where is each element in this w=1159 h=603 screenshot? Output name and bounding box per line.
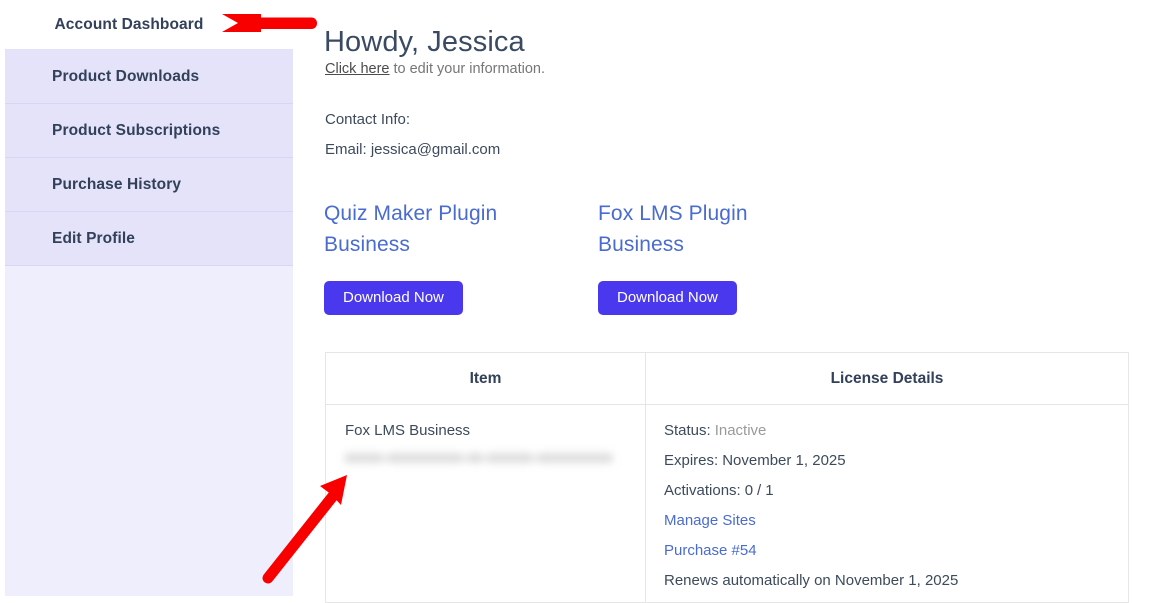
activations-row: Activations: 0/1 xyxy=(664,482,1128,499)
table-header-row: Item License Details xyxy=(325,352,1129,405)
product-card-fox-lms: Fox LMS Plugin Business Download Now xyxy=(598,198,828,315)
activations-separator: / xyxy=(757,482,762,499)
sidebar-item-label: Product Subscriptions xyxy=(52,121,221,139)
license-table: Item License Details Fox LMS Business xx… xyxy=(325,352,1129,603)
edit-info-line: Click here to edit your information. xyxy=(325,61,545,77)
expires-label: Expires: xyxy=(664,452,719,469)
sidebar-item-label: Product Downloads xyxy=(52,67,200,85)
manage-sites-link[interactable]: Manage Sites xyxy=(664,512,756,529)
license-key-redacted: xxxxx-xxxxxxxxxx-xx-xxxxxx-xxxxxxxxxx xyxy=(345,449,613,466)
account-dashboard-page: Account Dashboard Product Downloads Prod… xyxy=(0,0,1159,603)
activations-used: 0 xyxy=(744,482,754,499)
sidebar-item-product-subscriptions[interactable]: Product Subscriptions xyxy=(5,104,293,158)
page-title: Howdy, Jessica xyxy=(324,26,525,58)
contact-info-label: Contact Info: xyxy=(325,111,411,128)
expires-value: November 1, 2025 xyxy=(722,452,846,469)
purchase-link[interactable]: Purchase #54 xyxy=(664,542,757,559)
license-table-body: Fox LMS Business xxxxx-xxxxxxxxxx-xx-xxx… xyxy=(325,404,1129,603)
license-table-head: Item License Details xyxy=(325,352,1129,405)
column-header-license-details: License Details xyxy=(645,352,1129,405)
status-row: Status: Inactive xyxy=(664,422,1128,439)
sidebar-panel: Product Downloads Product Subscriptions … xyxy=(5,49,293,596)
activations-total: 1 xyxy=(765,482,774,499)
edit-info-link[interactable]: Click here xyxy=(325,61,389,77)
cell-license-details: Status: Inactive Expires: November 1, 2025… xyxy=(645,404,1129,603)
status-label: Status: xyxy=(664,422,711,439)
sidebar-item-account-dashboard[interactable]: Account Dashboard xyxy=(0,0,296,49)
activations-label: Activations: xyxy=(664,482,741,499)
product-card-quiz-maker: Quiz Maker Plugin Business Download Now xyxy=(324,198,554,315)
column-header-item: Item xyxy=(325,352,646,405)
expires-row: Expires: November 1, 2025 xyxy=(664,452,1128,469)
edit-info-suffix: to edit your information. xyxy=(389,61,546,77)
sidebar-menu-list: Product Downloads Product Subscriptions … xyxy=(5,50,293,266)
product-title[interactable]: Quiz Maker Plugin Business xyxy=(324,198,554,260)
main-content: Howdy, Jessica Click here to edit your i… xyxy=(324,0,1159,603)
sidebar-item-edit-profile[interactable]: Edit Profile xyxy=(5,212,293,266)
sidebar-item-label: Edit Profile xyxy=(52,229,136,247)
sidebar-item-product-downloads[interactable]: Product Downloads xyxy=(5,50,293,104)
cell-item: Fox LMS Business xxxxx-xxxxxxxxxx-xx-xxx… xyxy=(325,404,646,603)
sidebar-item-label: Account Dashboard xyxy=(54,15,204,33)
sidebar-item-purchase-history[interactable]: Purchase History xyxy=(5,158,293,212)
table-row: Fox LMS Business xxxxx-xxxxxxxxxx-xx-xxx… xyxy=(325,404,1129,603)
status-badge: Inactive xyxy=(714,422,767,439)
item-name: Fox LMS Business xyxy=(345,422,471,439)
download-now-button[interactable]: Download Now xyxy=(598,281,737,315)
renews-text: Renews automatically on November 1, 2025 xyxy=(664,572,959,589)
product-title[interactable]: Fox LMS Plugin Business xyxy=(598,198,828,260)
contact-email-value: Email: jessica@gmail.com xyxy=(325,141,501,158)
download-now-button[interactable]: Download Now xyxy=(324,281,463,315)
sidebar: Account Dashboard Product Downloads Prod… xyxy=(0,0,296,596)
sidebar-item-label: Purchase History xyxy=(52,175,182,193)
